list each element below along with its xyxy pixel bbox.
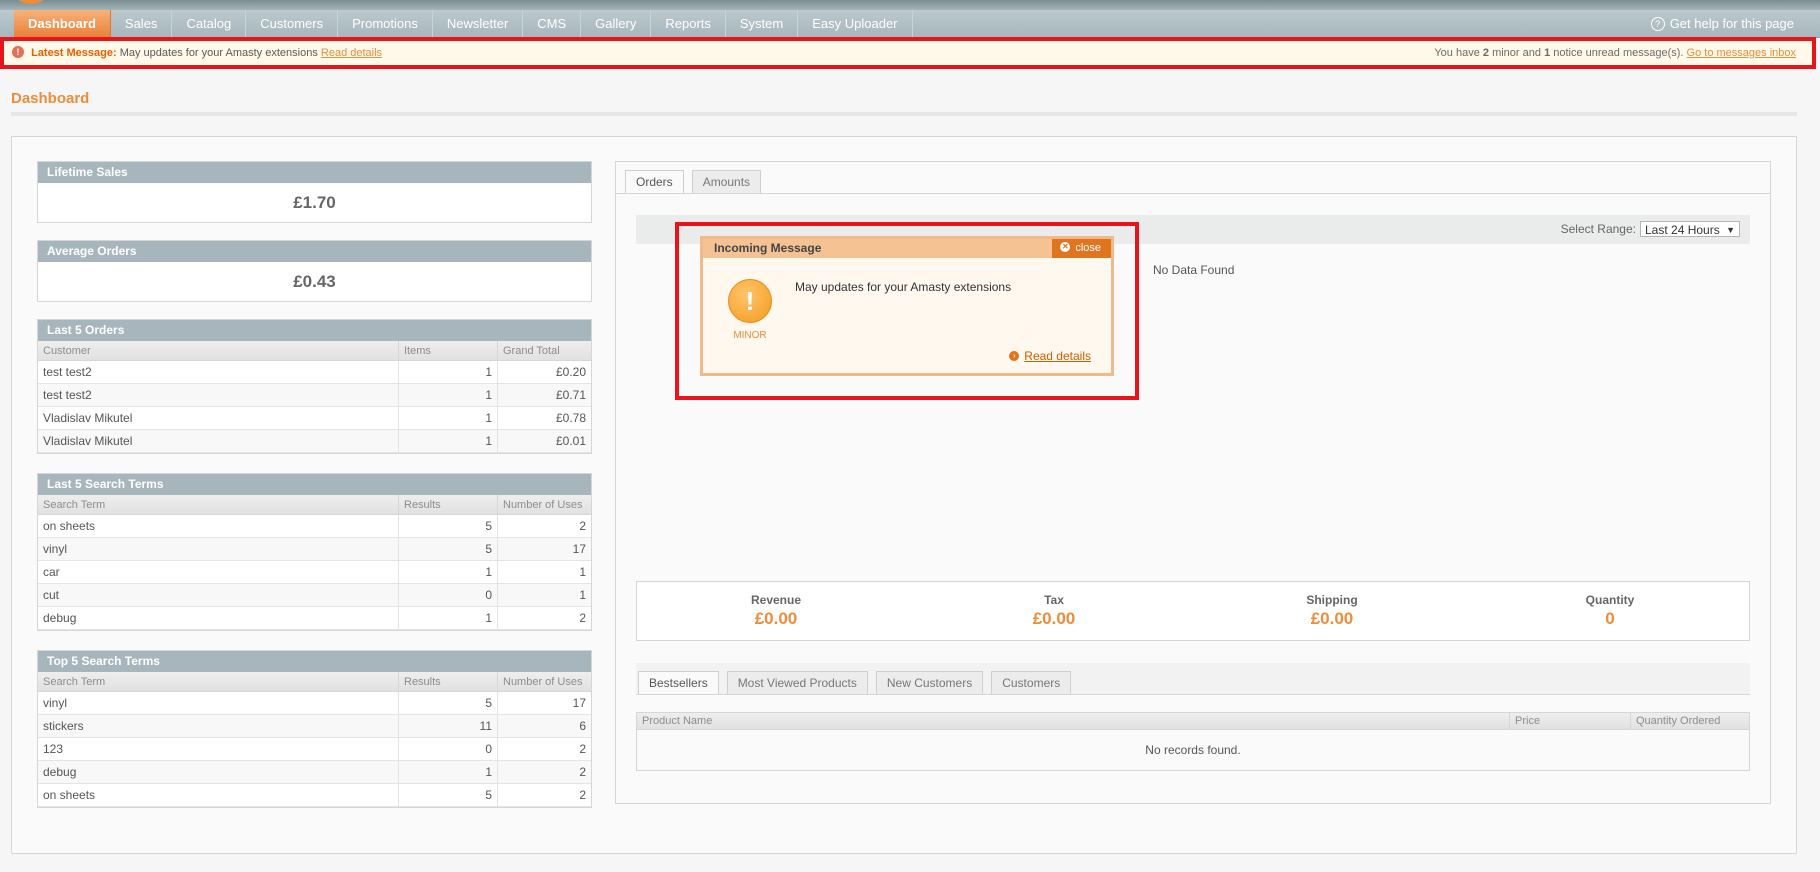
col-grand-total[interactable]: Grand Total bbox=[497, 341, 591, 361]
table-row[interactable]: on sheets 5 2 bbox=[38, 514, 591, 538]
table-row[interactable]: stickers 11 6 bbox=[38, 714, 591, 738]
table-row[interactable]: debug 1 2 bbox=[38, 606, 591, 630]
popup-read-details-link[interactable]: Read details bbox=[1024, 349, 1091, 363]
grid-tabs: Bestsellers Most Viewed Products New Cus… bbox=[636, 663, 1750, 695]
latest-message-text: May updates for your Amasty extensions bbox=[119, 47, 318, 59]
col-number-of-uses[interactable]: Number of Uses bbox=[497, 672, 591, 692]
range-value: Last 24 Hours bbox=[1645, 223, 1720, 237]
col-customer[interactable]: Customer bbox=[38, 341, 399, 361]
page-title: Dashboard bbox=[11, 90, 90, 107]
close-button[interactable]: ✕ close bbox=[1052, 239, 1111, 258]
top-strip bbox=[0, 0, 1820, 10]
table-row[interactable]: Vladislav Mikutel 1 £0.01 bbox=[38, 429, 591, 453]
notification-bar: ! Latest Message: May updates for your A… bbox=[0, 37, 1816, 69]
tab-divider bbox=[616, 193, 1770, 194]
average-orders-widget: Average Orders £0.43 bbox=[37, 240, 592, 302]
popup-header: Incoming Message ✕ close bbox=[703, 239, 1111, 258]
widget-title: Top 5 Search Terms bbox=[38, 651, 591, 672]
widget-title: Last 5 Orders bbox=[38, 320, 591, 341]
tab-amounts[interactable]: Amounts bbox=[691, 170, 762, 193]
arrow-circle-icon: › bbox=[1009, 350, 1020, 361]
range-label: Select Range: bbox=[1560, 222, 1636, 236]
total-quantity: Quantity 0 bbox=[1585, 593, 1635, 628]
widget-title: Last 5 Search Terms bbox=[38, 474, 591, 495]
table-row[interactable]: car 1 1 bbox=[38, 560, 591, 584]
table-row[interactable]: debug 1 2 bbox=[38, 760, 591, 784]
lifetime-sales-value: £1.70 bbox=[293, 193, 336, 212]
table-row[interactable]: Vladislav Mikutel 1 £0.78 bbox=[38, 406, 591, 430]
top-search-terms-widget: Top 5 Search Terms Search Term Results N… bbox=[37, 650, 592, 808]
unread-mid: minor and bbox=[1492, 47, 1541, 59]
unread-post: notice unread message(s). bbox=[1553, 47, 1684, 59]
total-revenue: Revenue £0.00 bbox=[750, 593, 802, 628]
table-row[interactable]: cut 0 1 bbox=[38, 583, 591, 607]
nav-reports[interactable]: Reports bbox=[651, 10, 726, 37]
tab-orders[interactable]: Orders bbox=[625, 170, 684, 194]
read-details-link[interactable]: Read details bbox=[321, 47, 382, 59]
tab-bestsellers[interactable]: Bestsellers bbox=[638, 671, 719, 694]
unread-pre: You have bbox=[1434, 47, 1480, 59]
warning-icon: ! bbox=[12, 46, 24, 59]
chart-tabs: Orders Amounts bbox=[625, 170, 769, 194]
messages-inbox-link[interactable]: Go to messages inbox bbox=[1687, 47, 1796, 59]
close-circle-icon: ✕ bbox=[1060, 242, 1071, 253]
col-items[interactable]: Items bbox=[398, 341, 498, 361]
popup-read-details: › Read details bbox=[1009, 349, 1091, 363]
col-number-of-uses[interactable]: Number of Uses bbox=[497, 495, 591, 515]
table-row[interactable]: vinyl 5 17 bbox=[38, 691, 591, 715]
help-label: Get help for this page bbox=[1669, 16, 1794, 31]
total-tax: Tax £0.00 bbox=[1032, 593, 1076, 628]
lifetime-sales-widget: Lifetime Sales £1.70 bbox=[37, 161, 592, 223]
col-results[interactable]: Results bbox=[398, 495, 498, 515]
exclamation-icon: ! bbox=[728, 279, 772, 323]
nav-dashboard[interactable]: Dashboard bbox=[14, 10, 111, 37]
table-row[interactable]: vinyl 5 17 bbox=[38, 537, 591, 561]
popup-message: May updates for your Amasty extensions bbox=[795, 280, 1012, 294]
widget-title: Average Orders bbox=[38, 241, 591, 262]
no-records-text: No records found. bbox=[1145, 743, 1241, 757]
popup-title: Incoming Message bbox=[714, 241, 822, 255]
notice-count: 1 bbox=[1544, 47, 1551, 59]
no-data-text: No Data Found bbox=[1153, 263, 1235, 277]
nav-easy-uploader[interactable]: Easy Uploader bbox=[798, 10, 913, 37]
nav-newsletter[interactable]: Newsletter bbox=[433, 10, 524, 37]
table-row[interactable]: test test2 1 £0.20 bbox=[38, 360, 591, 384]
total-shipping: Shipping £0.00 bbox=[1306, 593, 1358, 628]
nav-customers[interactable]: Customers bbox=[246, 10, 339, 37]
average-orders-value: £0.43 bbox=[293, 272, 336, 291]
table-row[interactable]: on sheets 5 2 bbox=[38, 783, 591, 807]
col-price[interactable]: Price bbox=[1509, 713, 1631, 730]
tab-most-viewed[interactable]: Most Viewed Products bbox=[726, 671, 868, 694]
products-grid: Product Name Price Quantity Ordered No r… bbox=[636, 712, 1750, 771]
nav-catalog[interactable]: Catalog bbox=[172, 10, 247, 37]
nav-system[interactable]: System bbox=[726, 10, 799, 37]
nav-gallery[interactable]: Gallery bbox=[581, 10, 652, 37]
minor-count: 2 bbox=[1482, 47, 1490, 59]
totals-bar: Revenue £0.00 Tax £0.00 Shipping £0.00 Q… bbox=[636, 581, 1750, 641]
col-search-term[interactable]: Search Term bbox=[38, 672, 399, 692]
table-row[interactable]: 123 0 2 bbox=[38, 737, 591, 761]
widget-title: Lifetime Sales bbox=[38, 162, 591, 183]
nav-cms[interactable]: CMS bbox=[523, 10, 582, 37]
col-results[interactable]: Results bbox=[398, 672, 498, 692]
table-row[interactable]: test test2 1 £0.71 bbox=[38, 383, 591, 407]
col-product-name[interactable]: Product Name bbox=[637, 713, 1510, 730]
last-orders-widget: Last 5 Orders Customer Items Grand Total… bbox=[37, 319, 592, 454]
range-select[interactable]: Last 24 Hours ▼ bbox=[1640, 221, 1740, 237]
tab-customers[interactable]: Customers bbox=[991, 671, 1072, 694]
chevron-down-icon: ▼ bbox=[1726, 225, 1735, 235]
latest-message-label: Latest Message: bbox=[31, 47, 117, 59]
severity-label: MINOR bbox=[733, 330, 767, 341]
last-search-terms-widget: Last 5 Search Terms Search Term Results … bbox=[37, 473, 592, 631]
col-quantity-ordered[interactable]: Quantity Ordered bbox=[1630, 713, 1749, 730]
nav-promotions[interactable]: Promotions bbox=[338, 10, 433, 37]
nav-sales[interactable]: Sales bbox=[111, 10, 173, 37]
col-search-term[interactable]: Search Term bbox=[38, 495, 399, 515]
incoming-message-popup: Incoming Message ✕ close ! MINOR May upda… bbox=[700, 236, 1114, 376]
tab-new-customers[interactable]: New Customers bbox=[875, 671, 984, 694]
help-circle-icon: ? bbox=[1650, 16, 1665, 31]
help-link[interactable]: ? Get help for this page bbox=[1650, 10, 1794, 37]
title-divider bbox=[11, 112, 1797, 116]
main-nav: Dashboard Sales Catalog Customers Promot… bbox=[0, 10, 1820, 38]
